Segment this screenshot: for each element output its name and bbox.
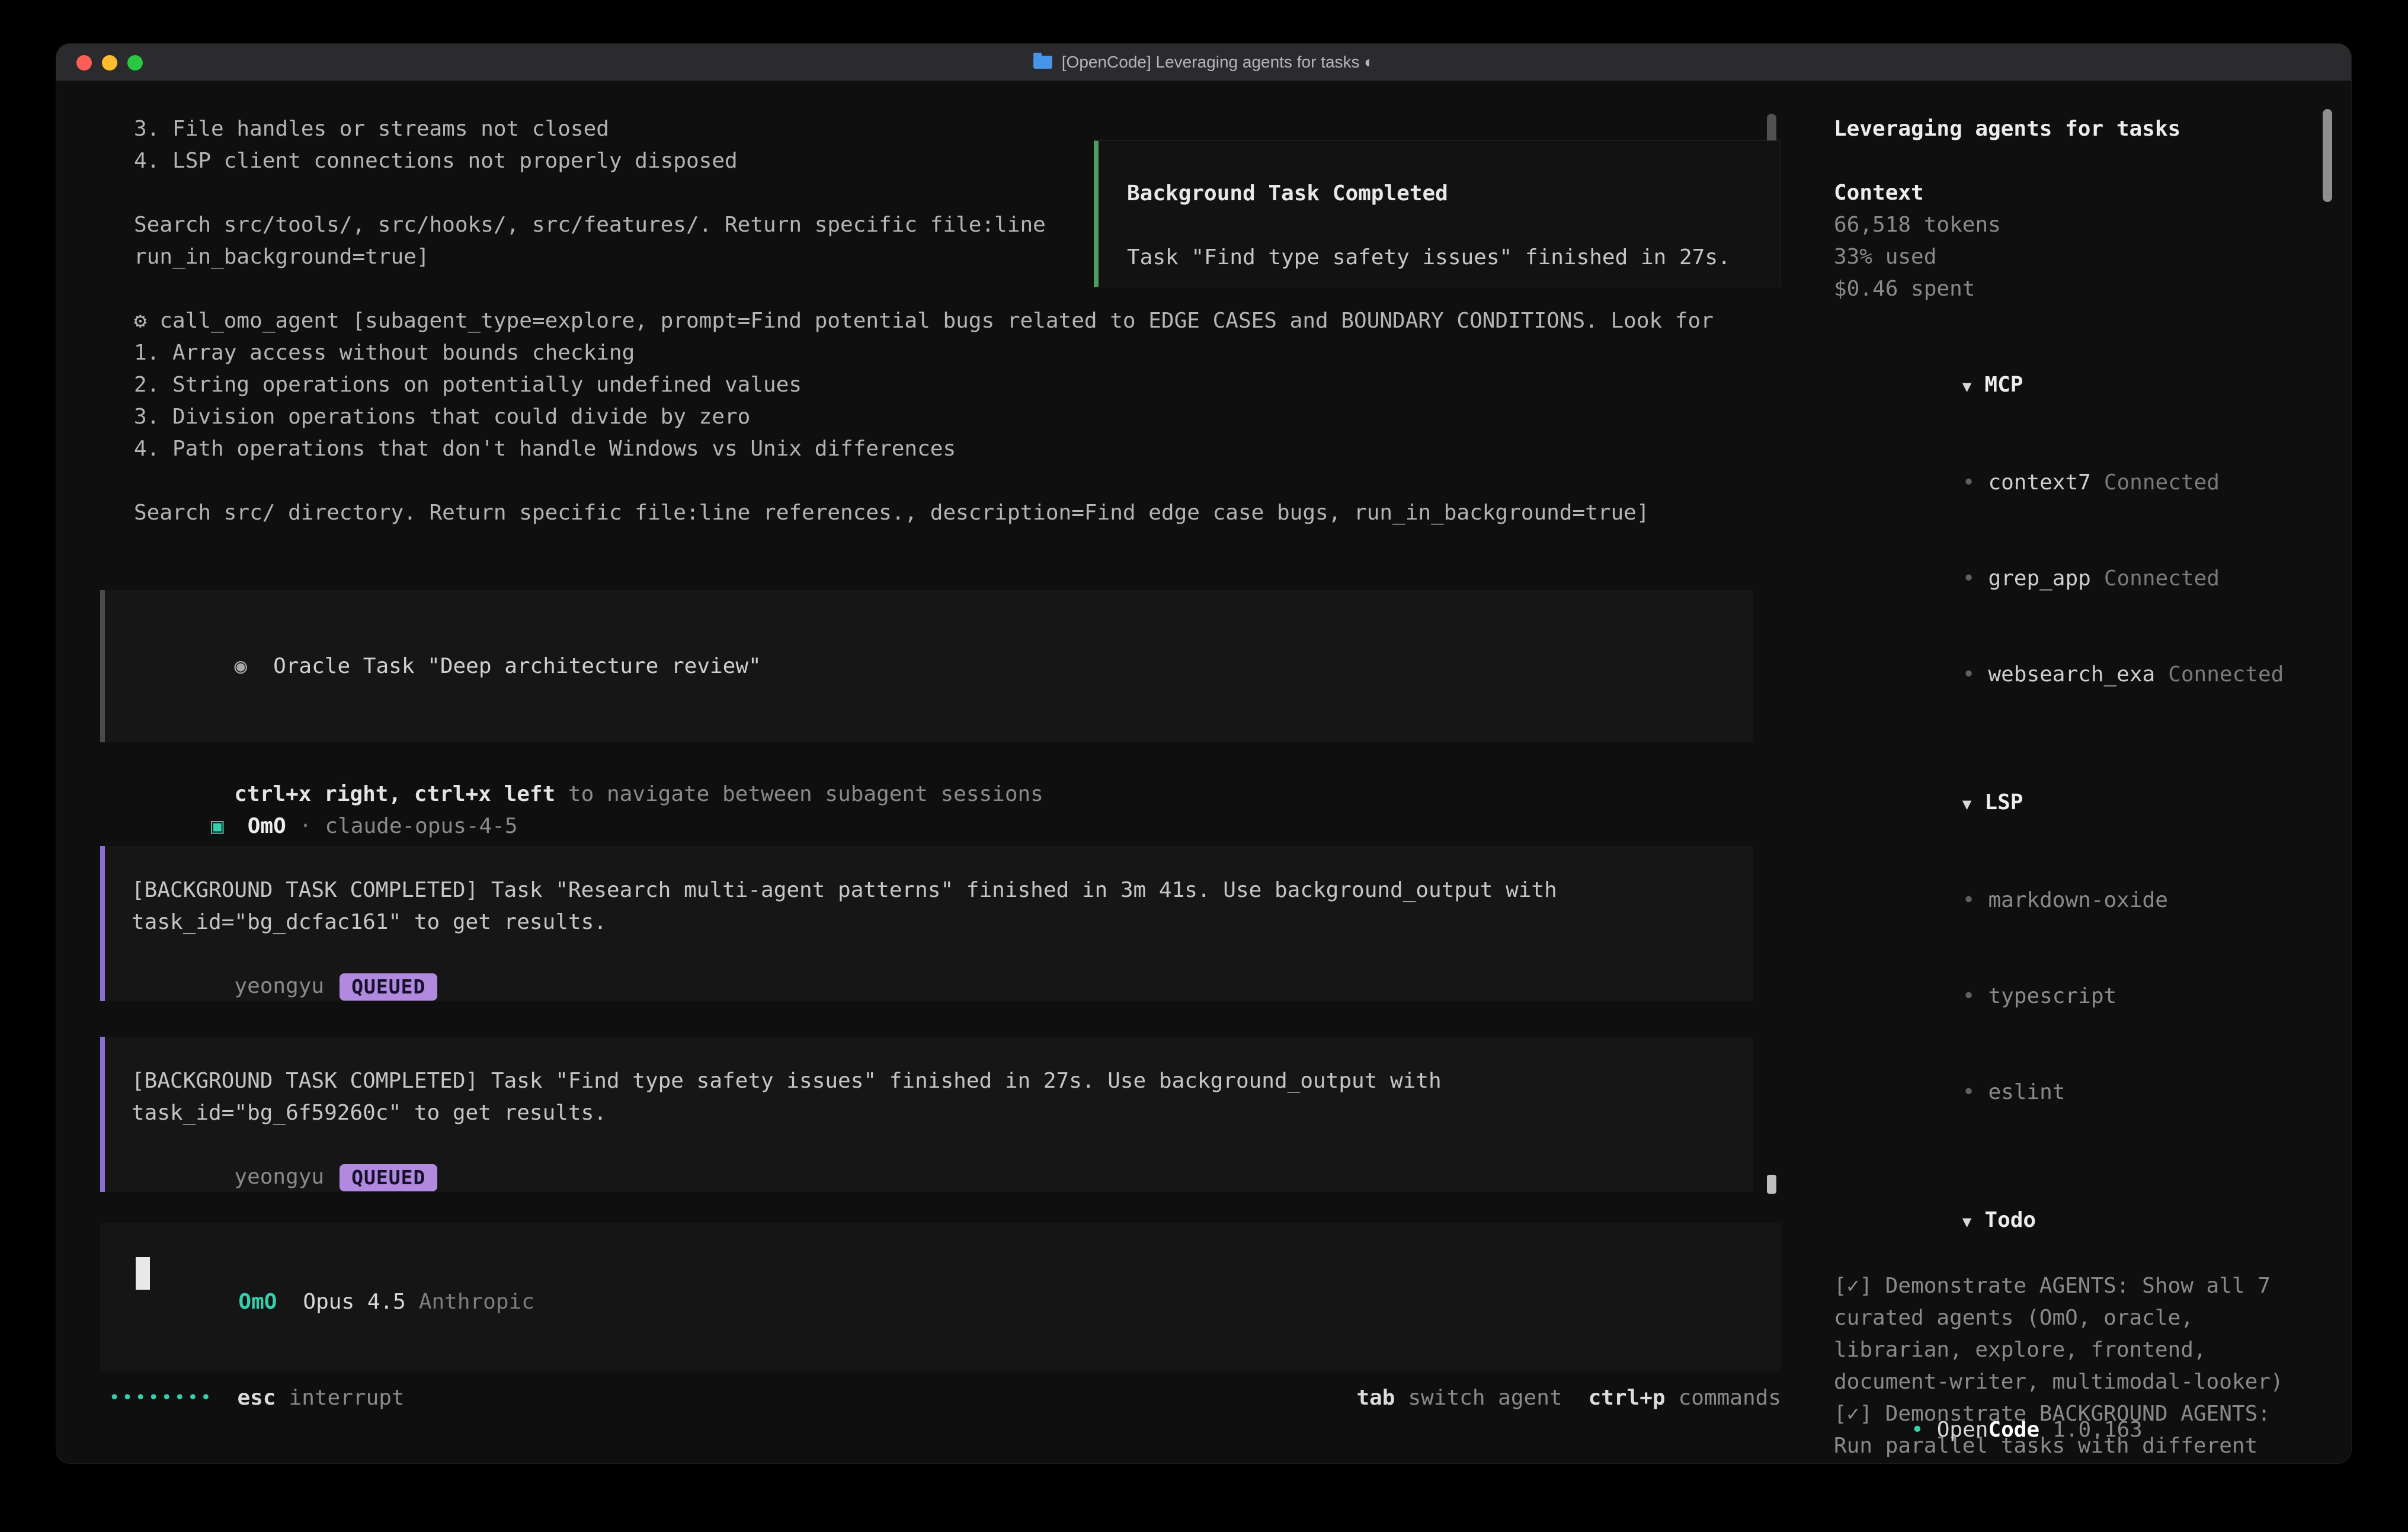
tab-key-hint: tab [1356,1382,1395,1414]
lsp-name: markdown-oxide [1988,888,2167,912]
window-title: [OpenCode] Leveraging agents for tasks ◐ [1062,46,1374,78]
lsp-item: • typescript [1834,948,2322,1044]
context-tokens: 66,518 tokens [1834,209,2322,241]
bullet-icon: • [1962,470,1975,495]
queued-badge: QUEUED [340,973,437,1001]
bullet-icon: • [1962,984,1975,1008]
author-label: yeongyu [234,974,324,998]
version-number: 1.0.163 [2052,1418,2143,1442]
scrollback-line-tool-call: ⚙ call_omo_agent [subagent_type=explore,… [134,305,1714,337]
desktop: [OpenCode] Leveraging agents for tasks ◐… [0,0,2408,1532]
oracle-panel: ◉Oracle Task "Deep architecture review" … [100,590,1753,742]
opencode-name-bold: Code [1988,1418,2039,1442]
mcp-item: • grep_app Connected [1834,531,2322,627]
queued-badge: QUEUED [340,1164,437,1191]
opencode-name: Open [1937,1418,1988,1442]
todo-heading: Todo [1984,1208,2036,1232]
minimize-button[interactable] [102,55,117,70]
agent-separator: · [299,814,312,838]
scrollback-line: 1. Array access without bounds checking [134,337,1714,369]
bullet-icon: • [1911,1418,1924,1442]
toast-title: Background Task Completed [1127,178,1781,210]
message-text: task_id="bg_6f59260c" to get results. [132,1097,1753,1129]
switch-agent-label: switch agent [1408,1382,1562,1414]
traffic-lights [76,44,143,81]
ctrlp-key-hint: ctrl+p [1589,1382,1666,1414]
scrollback-line [134,465,1714,497]
mcp-name: context7 [1988,470,2090,495]
mcp-item: • context7 Connected [1834,435,2322,531]
mcp-section: ▼ MCP • context7 Connected • grep_app Connect… [1834,337,2322,723]
mcp-heading: MCP [1984,373,2023,397]
author-label: yeongyu [234,1165,324,1189]
lsp-item: • eslint [1834,1044,2322,1140]
terminal-window: [OpenCode] Leveraging agents for tasks ◐… [56,43,2352,1464]
mcp-status: Connected [2104,566,2220,591]
interrupt-label: interrupt [289,1382,405,1414]
input-provider-label: Anthropic [419,1290,534,1314]
agent-model: claude-opus-4-5 [325,814,517,838]
message-text: task_id="bg_dcfac161" to get results. [132,906,1753,938]
message-card: [BACKGROUND TASK COMPLETED] Task "Resear… [100,846,1753,1001]
model-indicator: OmO Opus 4.5 Anthropic [136,1254,534,1350]
chevron-down-icon: ▼ [1962,796,1972,813]
lsp-name: typescript [1988,984,2116,1008]
lsp-item: • markdown-oxide [1834,852,2322,948]
scrollback-line: Search src/ directory. Return specific f… [134,497,1714,529]
bullet-icon: • [1962,1080,1975,1104]
lsp-heading: LSP [1984,790,2023,815]
mcp-name: websearch_exa [1988,662,2155,687]
scrollback-line: 2. String operations on potentially unde… [134,369,1714,401]
chevron-down-icon: ▼ [1962,378,1972,396]
keybind-hint: to navigate between subagent sessions [555,782,1043,806]
lsp-name: eslint [1988,1080,2065,1104]
sidebar: Leveraging agents for tasks Context 66,5… [1834,113,2322,1464]
toast-notification[interactable]: Background Task Completed Task "Find typ… [1094,140,1781,287]
chat-input[interactable]: OmO Opus 4.5 Anthropic [100,1223,1781,1371]
oracle-title: Oracle Task "Deep architecture review" [273,654,761,678]
message-card: [BACKGROUND TASK COMPLETED] Task "Find t… [100,1037,1753,1192]
agent-square-icon: ▣ [211,814,224,838]
zoom-button[interactable] [127,55,143,70]
titlebar: [OpenCode] Leveraging agents for tasks ◐ [56,44,2351,81]
mcp-name: grep_app [1988,566,2090,591]
mcp-item: • websearch_exa Connected [1834,627,2322,723]
scrollback-line: 3. Division operations that could divide… [134,401,1714,433]
spinner-dots: •••••••• [109,1382,214,1414]
close-button[interactable] [76,55,92,70]
session-title: Leveraging agents for tasks [1834,113,2322,145]
esc-key-hint: esc [238,1382,276,1414]
toast-spacer [1127,210,1781,242]
context-spent: $0.46 spent [1834,273,2322,305]
input-model-label: Opus 4.5 [303,1290,405,1314]
status-bar: •••••••• esc interrupt tab switch agent ctrl… [109,1382,1781,1414]
context-heading: Context [1834,177,2322,209]
opencode-version: • OpenCode 1.0.163 [1834,1382,2143,1464]
message-text: [BACKGROUND TASK COMPLETED] Task "Find t… [132,1065,1753,1097]
bullet-icon: • [1962,662,1975,687]
folder-icon [1033,56,1052,69]
todo-item-done: [✓] Demonstrate AGENTS: Show all 7 curat… [1834,1270,2322,1398]
sidebar-scrollbar-thumb[interactable] [2323,109,2332,202]
context-section: Context 66,518 tokens 33% used $0.46 spe… [1834,177,2322,305]
bullet-icon: • [1962,566,1975,591]
scrollback-line: 4. Path operations that don't handle Win… [134,433,1714,465]
fisheye-icon: ◉ [234,654,247,678]
lsp-section: ▼ LSP • markdown-oxide • typescript • eslint [1834,755,2322,1140]
mcp-status: Connected [2168,662,2284,687]
commands-label: commands [1679,1382,1781,1414]
context-used: 33% used [1834,241,2322,273]
scroll-bottom-indicator[interactable] [1767,1175,1776,1194]
bullet-icon: • [1962,888,1975,912]
mcp-status: Connected [2104,470,2220,495]
chevron-down-icon: ▼ [1962,1213,1972,1231]
message-text: [BACKGROUND TASK COMPLETED] Task "Resear… [132,874,1753,906]
oracle-spacer [132,714,1753,746]
input-agent-label: OmO [238,1290,277,1314]
agent-name: OmO [248,814,286,838]
toast-body: Task "Find type safety issues" finished … [1127,242,1781,274]
